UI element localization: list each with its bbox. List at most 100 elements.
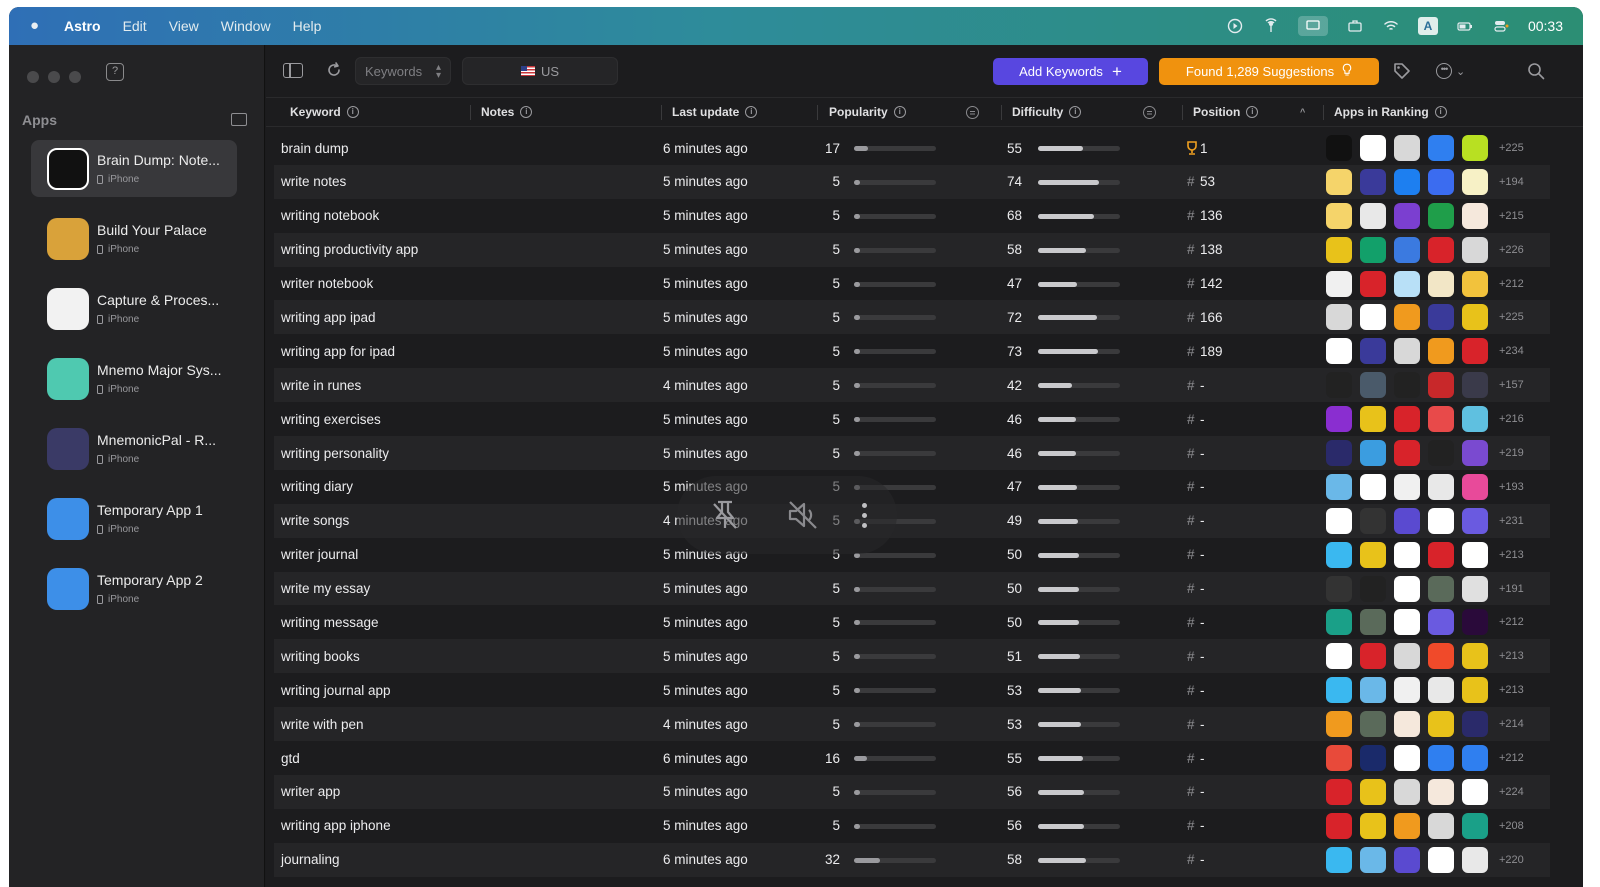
podcast-icon[interactable]	[1262, 17, 1280, 35]
info-icon[interactable]: i	[346, 106, 359, 118]
table-row[interactable]: write songs4 minutes ago549#-+231	[274, 503, 1550, 538]
ranking-app-icon[interactable]	[1462, 440, 1488, 467]
ranking-app-icon[interactable]	[1394, 541, 1420, 568]
ranking-app-icon[interactable]	[1326, 202, 1352, 229]
ranking-app-icon[interactable]	[1394, 846, 1420, 873]
sidebar-app-item[interactable]: Capture & Proces... iPhone	[31, 280, 237, 337]
header-keyword[interactable]: Keyword i	[290, 98, 359, 126]
table-row[interactable]: writing journal app 5 minutes ago 5 53 # - +21…	[274, 673, 1550, 707]
column-divider[interactable]	[661, 105, 662, 120]
more-apps-count[interactable]: +213	[1499, 639, 1524, 673]
ranking-app-icon[interactable]	[1462, 745, 1488, 772]
ranking-app-icon[interactable]	[1326, 372, 1352, 399]
ranking-app-icon[interactable]	[1394, 202, 1420, 229]
menu-view[interactable]: View	[169, 18, 199, 34]
ranking-app-icon[interactable]	[1394, 406, 1420, 433]
ranking-app-icon[interactable]	[1462, 812, 1488, 839]
ranking-app-icon[interactable]	[1394, 304, 1420, 331]
info-icon[interactable]: i	[520, 106, 533, 118]
sidebar-app-item[interactable]: Mnemo Major Sys... iPhone	[31, 350, 237, 407]
more-apps-count[interactable]: +208	[1499, 809, 1524, 843]
info-icon[interactable]: i	[1434, 106, 1447, 118]
ranking-app-icon[interactable]	[1428, 338, 1454, 365]
ranking-app-icon[interactable]	[1428, 304, 1454, 331]
ranking-app-icon[interactable]	[1462, 135, 1488, 161]
ranking-app-icon[interactable]	[1394, 745, 1420, 772]
keyword-cell[interactable]: journaling	[281, 843, 340, 877]
more-apps-count[interactable]: +212	[1499, 605, 1524, 639]
keyword-cell[interactable]: writer app	[281, 775, 340, 809]
ranking-app-icon[interactable]	[1462, 609, 1488, 636]
ranking-app-icon[interactable]	[1462, 202, 1488, 229]
country-select[interactable]: US	[462, 57, 618, 85]
ranking-app-icon[interactable]	[1326, 677, 1352, 704]
column-divider[interactable]	[470, 105, 471, 120]
header-notes[interactable]: Notes i	[481, 98, 533, 126]
ranking-app-icon[interactable]	[1428, 440, 1454, 467]
ranking-app-icon[interactable]	[1360, 609, 1386, 636]
ranking-app-icon[interactable]	[1428, 507, 1454, 534]
ranking-app-icon[interactable]	[1360, 812, 1386, 839]
ranking-app-icon[interactable]	[1326, 338, 1352, 365]
table-row[interactable]: writing message 5 minutes ago 5 50 # - +212	[274, 605, 1550, 639]
keyword-cell[interactable]: brain dump	[281, 131, 349, 165]
header-popularity[interactable]: Popularity i	[829, 98, 906, 126]
keyword-cell[interactable]: writing exercises	[281, 402, 381, 436]
column-divider[interactable]	[1182, 105, 1183, 120]
new-folder-icon[interactable]	[231, 113, 247, 126]
ranking-app-icon[interactable]	[1394, 270, 1420, 297]
menu-edit[interactable]: Edit	[123, 18, 147, 34]
keyword-cell[interactable]: writing productivity app	[281, 233, 418, 267]
ranking-app-icon[interactable]	[1360, 270, 1386, 297]
menu-window[interactable]: Window	[221, 18, 271, 34]
keyword-cell[interactable]: write my essay	[281, 572, 370, 606]
ranking-app-icon[interactable]	[1326, 135, 1352, 161]
header-difficulty[interactable]: Difficulty i	[1012, 98, 1082, 126]
ranking-app-icon[interactable]	[1394, 440, 1420, 467]
keyword-cell[interactable]: writing personality	[281, 436, 389, 470]
ranking-app-icon[interactable]	[1326, 609, 1352, 636]
ranking-app-icon[interactable]	[1428, 236, 1454, 263]
keyword-cell[interactable]: writing books	[281, 639, 360, 673]
ranking-app-icon[interactable]	[1462, 168, 1488, 195]
table-row[interactable]: writing notebook 5 minutes ago 5 68 #136 +215	[274, 199, 1550, 233]
ranking-app-icon[interactable]	[1462, 406, 1488, 433]
wifi-icon[interactable]	[1382, 17, 1400, 35]
more-apps-count[interactable]: +213	[1499, 538, 1524, 572]
header-position[interactable]: Position i	[1193, 98, 1259, 126]
info-icon[interactable]: i	[1246, 106, 1259, 118]
ranking-app-icon[interactable]	[1462, 575, 1488, 602]
sidebar-app-item[interactable]: Temporary App 1 iPhone	[31, 490, 237, 547]
ranking-app-icon[interactable]	[1360, 168, 1386, 195]
keyword-cell[interactable]: writing message	[281, 605, 379, 639]
close-window-button[interactable]	[27, 71, 39, 83]
tag-icon[interactable]	[1392, 61, 1412, 81]
ranking-app-icon[interactable]	[1326, 236, 1352, 263]
ranking-app-icon[interactable]	[1360, 507, 1386, 534]
apple-logo-icon[interactable]: ●	[30, 18, 44, 34]
table-row[interactable]: writing diary5 minutes ago547#-+193	[274, 470, 1550, 504]
table-row[interactable]: writer journal 5 minutes ago 5 50 # - +213	[274, 538, 1550, 572]
ranking-app-icon[interactable]	[1428, 609, 1454, 636]
more-apps-count[interactable]: +157	[1499, 368, 1524, 402]
ranking-app-icon[interactable]	[1428, 541, 1454, 568]
ranking-app-icon[interactable]	[1428, 677, 1454, 704]
table-row[interactable]: writing app iphone 5 minutes ago 5 56 # - +208	[274, 809, 1550, 843]
table-row[interactable]: brain dump 6 minutes ago 17 55 1 +225	[274, 131, 1550, 165]
ranking-app-icon[interactable]	[1428, 778, 1454, 805]
keyword-cell[interactable]: writing diary	[281, 470, 353, 504]
ranking-app-icon[interactable]	[1462, 507, 1488, 534]
ranking-app-icon[interactable]	[1360, 202, 1386, 229]
ranking-app-icon[interactable]	[1326, 168, 1352, 195]
ranking-app-icon[interactable]	[1394, 473, 1420, 500]
ranking-app-icon[interactable]	[1326, 778, 1352, 805]
ranking-app-icon[interactable]	[1360, 575, 1386, 602]
ranking-app-icon[interactable]	[1462, 372, 1488, 399]
more-apps-count[interactable]: +234	[1499, 334, 1524, 368]
ranking-app-icon[interactable]	[1326, 812, 1352, 839]
ranking-app-icon[interactable]	[1462, 778, 1488, 805]
more-apps-count[interactable]: +225	[1499, 131, 1524, 165]
difficulty-filter-icon[interactable]	[1143, 106, 1156, 119]
table-row[interactable]: journaling 6 minutes ago 32 58 # - +220	[274, 842, 1550, 877]
ranking-app-icon[interactable]	[1428, 270, 1454, 297]
